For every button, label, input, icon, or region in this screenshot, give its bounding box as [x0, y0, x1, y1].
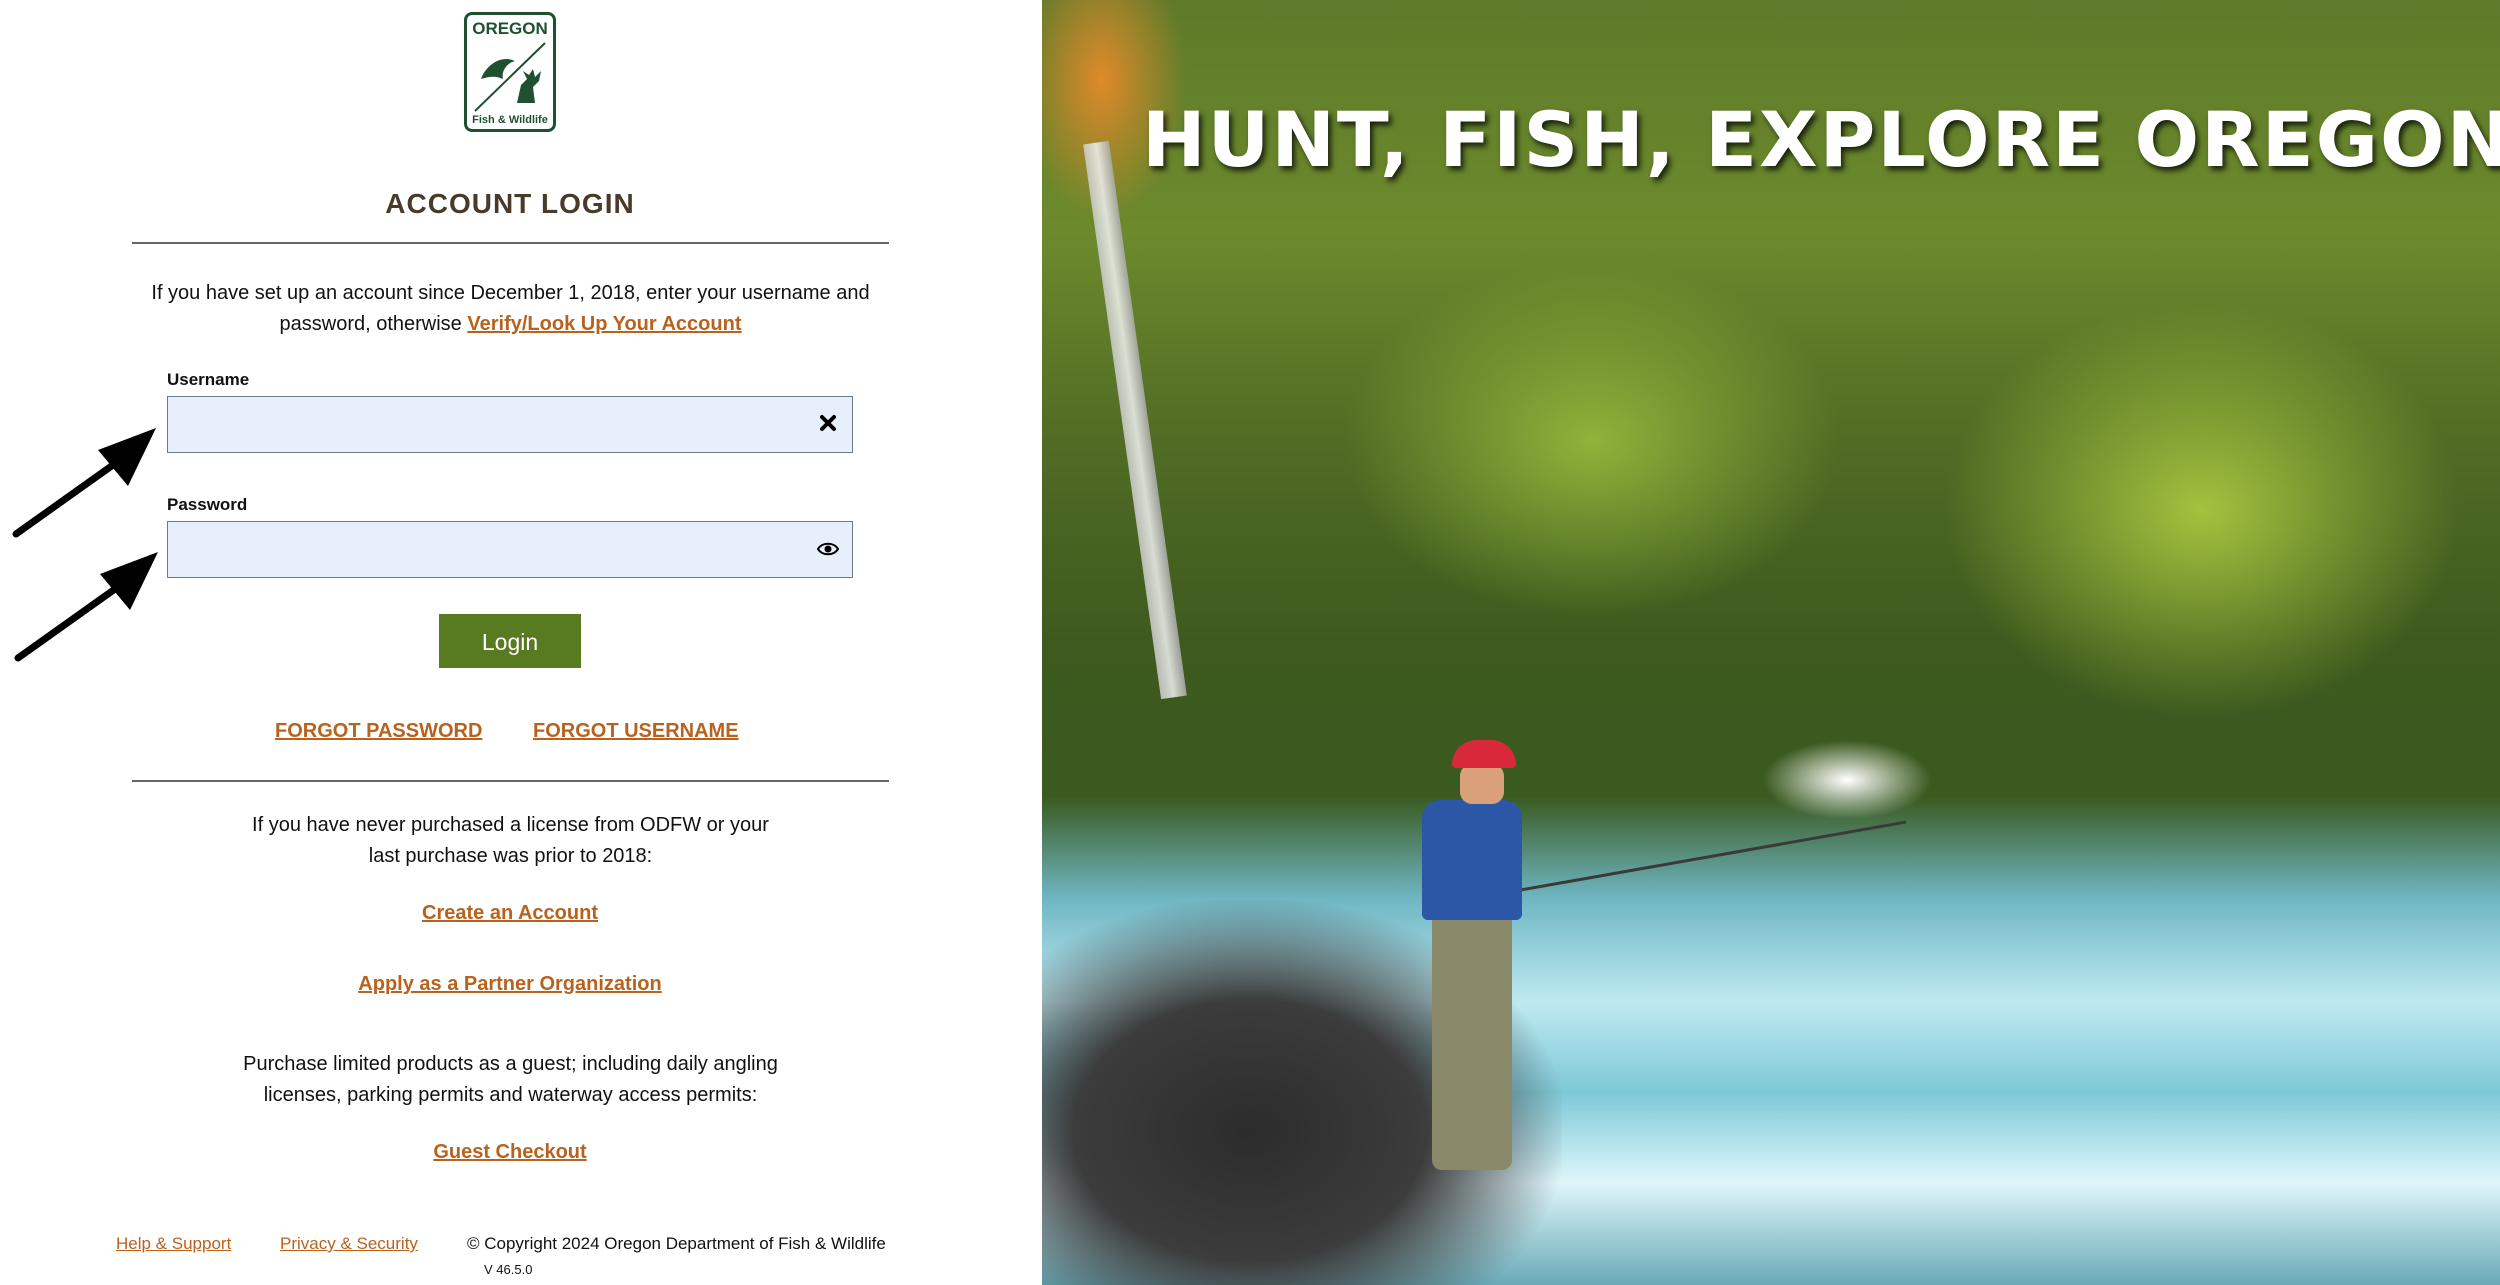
- guest-line2: licenses, parking permits and waterway a…: [263, 1084, 758, 1106]
- page-title: ACCOUNT LOGIN: [385, 188, 635, 219]
- moss-area: [1342, 260, 1842, 620]
- new-user-line2: last purchase was prior to 2018:: [368, 845, 653, 867]
- logo-top-text: OREGON: [472, 19, 548, 38]
- fishing-rod: [1511, 820, 1907, 893]
- username-label: Username: [167, 370, 250, 389]
- new-user-line1: If you have never purchased a license fr…: [252, 814, 769, 836]
- verify-account-link[interactable]: Verify/Look Up Your Account: [467, 313, 741, 335]
- login-panel: OREGON Fish & Wildlife ACCOUNT LOGIN If …: [0, 0, 1042, 1285]
- fish-deer-emblem: [474, 42, 546, 112]
- partner-organization-link[interactable]: Apply as a Partner Organization: [0, 973, 1020, 996]
- arrow-password-annotation: [14, 552, 158, 662]
- forgot-username-link[interactable]: FORGOT USERNAME: [533, 720, 739, 743]
- forgot-password-link[interactable]: FORGOT PASSWORD: [275, 720, 482, 743]
- waders: [1432, 910, 1512, 1170]
- password-field[interactable]: [167, 521, 853, 578]
- red-cap: [1452, 740, 1516, 768]
- hero-title: HUNT, FISH, EXPLORE OREGON: [1142, 95, 2500, 184]
- divider-top: [132, 242, 889, 244]
- new-user-text: If you have never purchased a license fr…: [132, 810, 889, 872]
- birch-trunk: [1083, 140, 1187, 700]
- copyright-text: © Copyright 2024 Oregon Department of Fi…: [467, 1234, 886, 1253]
- guest-text: Purchase limited products as a guest; in…: [132, 1049, 889, 1111]
- privacy-security-link[interactable]: Privacy & Security: [280, 1234, 418, 1254]
- logo-bottom-text: Fish & Wildlife: [472, 114, 548, 126]
- eye-icon[interactable]: [816, 538, 840, 562]
- blue-jacket: [1422, 800, 1522, 920]
- waterfall: [1762, 740, 1932, 820]
- version-text: V 46.5.0: [484, 1262, 533, 1277]
- face: [1460, 764, 1504, 804]
- help-support-link[interactable]: Help & Support: [116, 1234, 231, 1254]
- guest-checkout-link[interactable]: Guest Checkout: [0, 1141, 1020, 1164]
- moss-area: [1942, 300, 2462, 720]
- close-icon[interactable]: [816, 413, 840, 437]
- create-account-link[interactable]: Create an Account: [0, 902, 1020, 925]
- username-field[interactable]: [167, 396, 853, 453]
- login-button[interactable]: Login: [439, 614, 581, 668]
- login-intro: If you have set up an account since Dece…: [132, 278, 889, 340]
- password-label: Password: [167, 495, 248, 514]
- odfw-logo: OREGON Fish & Wildlife: [464, 12, 556, 132]
- hero-image: HUNT, FISH, EXPLORE OREGON: [1042, 0, 2500, 1285]
- guest-line1: Purchase limited products as a guest; in…: [243, 1053, 778, 1075]
- arrow-username-annotation: [12, 428, 156, 538]
- fisherman-figure: [1402, 740, 1907, 1220]
- divider-bottom: [132, 780, 889, 782]
